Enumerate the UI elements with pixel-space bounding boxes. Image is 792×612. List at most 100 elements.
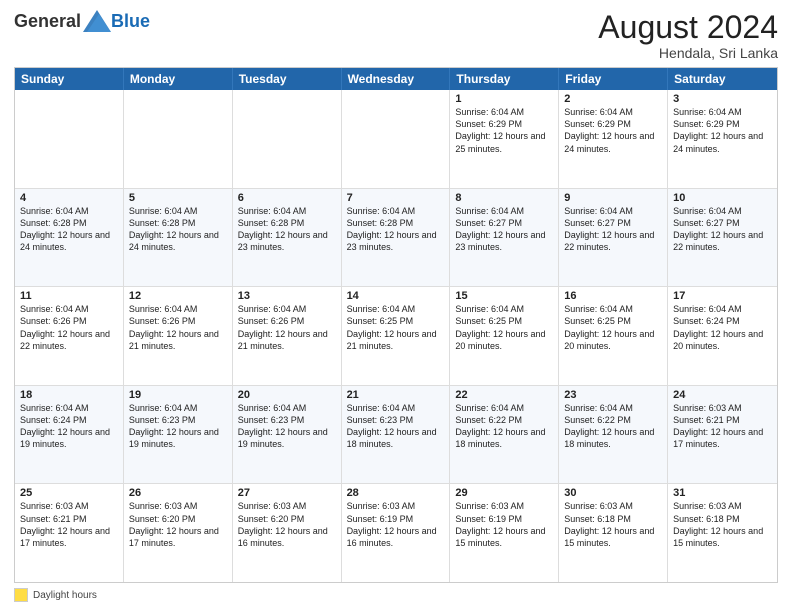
day-info: Sunrise: 6:03 AM Sunset: 6:18 PM Dayligh…: [564, 500, 662, 549]
calendar-row-0: 1Sunrise: 6:04 AM Sunset: 6:29 PM Daylig…: [15, 90, 777, 188]
calendar-header-wednesday: Wednesday: [342, 68, 451, 90]
calendar-body: 1Sunrise: 6:04 AM Sunset: 6:29 PM Daylig…: [15, 90, 777, 582]
calendar-header-friday: Friday: [559, 68, 668, 90]
calendar-cell-23: 23Sunrise: 6:04 AM Sunset: 6:22 PM Dayli…: [559, 386, 668, 484]
calendar-cell-4: 4Sunrise: 6:04 AM Sunset: 6:28 PM Daylig…: [15, 189, 124, 287]
logo-icon: [83, 10, 111, 32]
calendar-cell-12: 12Sunrise: 6:04 AM Sunset: 6:26 PM Dayli…: [124, 287, 233, 385]
month-year: August 2024: [598, 10, 778, 45]
calendar-cell-3: 3Sunrise: 6:04 AM Sunset: 6:29 PM Daylig…: [668, 90, 777, 188]
calendar-cell-14: 14Sunrise: 6:04 AM Sunset: 6:25 PM Dayli…: [342, 287, 451, 385]
logo: General Blue: [14, 10, 150, 32]
calendar-cell-28: 28Sunrise: 6:03 AM Sunset: 6:19 PM Dayli…: [342, 484, 451, 582]
calendar-header-sunday: Sunday: [15, 68, 124, 90]
day-number: 6: [238, 192, 336, 204]
day-number: 31: [673, 487, 772, 499]
calendar-cell-11: 11Sunrise: 6:04 AM Sunset: 6:26 PM Dayli…: [15, 287, 124, 385]
day-number: 12: [129, 290, 227, 302]
day-number: 8: [455, 192, 553, 204]
day-info: Sunrise: 6:04 AM Sunset: 6:27 PM Dayligh…: [564, 205, 662, 254]
day-number: 11: [20, 290, 118, 302]
day-info: Sunrise: 6:04 AM Sunset: 6:28 PM Dayligh…: [238, 205, 336, 254]
calendar-cell-18: 18Sunrise: 6:04 AM Sunset: 6:24 PM Dayli…: [15, 386, 124, 484]
day-number: 26: [129, 487, 227, 499]
day-info: Sunrise: 6:04 AM Sunset: 6:23 PM Dayligh…: [129, 402, 227, 451]
day-info: Sunrise: 6:04 AM Sunset: 6:22 PM Dayligh…: [564, 402, 662, 451]
day-info: Sunrise: 6:03 AM Sunset: 6:21 PM Dayligh…: [673, 402, 772, 451]
day-info: Sunrise: 6:03 AM Sunset: 6:20 PM Dayligh…: [129, 500, 227, 549]
calendar-cell-19: 19Sunrise: 6:04 AM Sunset: 6:23 PM Dayli…: [124, 386, 233, 484]
day-info: Sunrise: 6:04 AM Sunset: 6:26 PM Dayligh…: [129, 303, 227, 352]
calendar-cell-8: 8Sunrise: 6:04 AM Sunset: 6:27 PM Daylig…: [450, 189, 559, 287]
day-info: Sunrise: 6:03 AM Sunset: 6:18 PM Dayligh…: [673, 500, 772, 549]
day-info: Sunrise: 6:04 AM Sunset: 6:29 PM Dayligh…: [455, 106, 553, 155]
calendar-cell-empty-0-0: [15, 90, 124, 188]
calendar-cell-7: 7Sunrise: 6:04 AM Sunset: 6:28 PM Daylig…: [342, 189, 451, 287]
day-info: Sunrise: 6:04 AM Sunset: 6:27 PM Dayligh…: [455, 205, 553, 254]
day-number: 24: [673, 389, 772, 401]
calendar-row-4: 25Sunrise: 6:03 AM Sunset: 6:21 PM Dayli…: [15, 483, 777, 582]
day-info: Sunrise: 6:03 AM Sunset: 6:21 PM Dayligh…: [20, 500, 118, 549]
day-info: Sunrise: 6:04 AM Sunset: 6:22 PM Dayligh…: [455, 402, 553, 451]
calendar-header-thursday: Thursday: [450, 68, 559, 90]
day-info: Sunrise: 6:04 AM Sunset: 6:26 PM Dayligh…: [20, 303, 118, 352]
calendar-cell-30: 30Sunrise: 6:03 AM Sunset: 6:18 PM Dayli…: [559, 484, 668, 582]
day-number: 13: [238, 290, 336, 302]
day-number: 15: [455, 290, 553, 302]
day-number: 5: [129, 192, 227, 204]
day-number: 10: [673, 192, 772, 204]
calendar-cell-21: 21Sunrise: 6:04 AM Sunset: 6:23 PM Dayli…: [342, 386, 451, 484]
day-info: Sunrise: 6:03 AM Sunset: 6:20 PM Dayligh…: [238, 500, 336, 549]
day-number: 3: [673, 93, 772, 105]
calendar-header-monday: Monday: [124, 68, 233, 90]
day-number: 25: [20, 487, 118, 499]
calendar-row-2: 11Sunrise: 6:04 AM Sunset: 6:26 PM Dayli…: [15, 286, 777, 385]
day-info: Sunrise: 6:04 AM Sunset: 6:25 PM Dayligh…: [347, 303, 445, 352]
legend-icon: [14, 588, 28, 602]
calendar: SundayMondayTuesdayWednesdayThursdayFrid…: [14, 67, 778, 583]
calendar-header-saturday: Saturday: [668, 68, 777, 90]
day-number: 16: [564, 290, 662, 302]
calendar-cell-6: 6Sunrise: 6:04 AM Sunset: 6:28 PM Daylig…: [233, 189, 342, 287]
day-info: Sunrise: 6:04 AM Sunset: 6:25 PM Dayligh…: [564, 303, 662, 352]
calendar-cell-24: 24Sunrise: 6:03 AM Sunset: 6:21 PM Dayli…: [668, 386, 777, 484]
day-number: 1: [455, 93, 553, 105]
calendar-cell-5: 5Sunrise: 6:04 AM Sunset: 6:28 PM Daylig…: [124, 189, 233, 287]
day-number: 2: [564, 93, 662, 105]
day-info: Sunrise: 6:04 AM Sunset: 6:26 PM Dayligh…: [238, 303, 336, 352]
day-info: Sunrise: 6:04 AM Sunset: 6:28 PM Dayligh…: [347, 205, 445, 254]
page: General Blue August 2024 Hendala, Sri La…: [0, 0, 792, 612]
calendar-row-3: 18Sunrise: 6:04 AM Sunset: 6:24 PM Dayli…: [15, 385, 777, 484]
day-info: Sunrise: 6:03 AM Sunset: 6:19 PM Dayligh…: [455, 500, 553, 549]
calendar-cell-17: 17Sunrise: 6:04 AM Sunset: 6:24 PM Dayli…: [668, 287, 777, 385]
day-number: 9: [564, 192, 662, 204]
day-number: 23: [564, 389, 662, 401]
logo-blue-text: Blue: [111, 11, 150, 32]
calendar-cell-20: 20Sunrise: 6:04 AM Sunset: 6:23 PM Dayli…: [233, 386, 342, 484]
calendar-header-row: SundayMondayTuesdayWednesdayThursdayFrid…: [15, 68, 777, 90]
calendar-cell-29: 29Sunrise: 6:03 AM Sunset: 6:19 PM Dayli…: [450, 484, 559, 582]
legend-label: Daylight hours: [33, 590, 97, 601]
calendar-header-tuesday: Tuesday: [233, 68, 342, 90]
day-number: 28: [347, 487, 445, 499]
calendar-cell-31: 31Sunrise: 6:03 AM Sunset: 6:18 PM Dayli…: [668, 484, 777, 582]
day-number: 30: [564, 487, 662, 499]
day-info: Sunrise: 6:04 AM Sunset: 6:23 PM Dayligh…: [238, 402, 336, 451]
day-info: Sunrise: 6:04 AM Sunset: 6:24 PM Dayligh…: [673, 303, 772, 352]
location: Hendala, Sri Lanka: [598, 45, 778, 61]
calendar-cell-2: 2Sunrise: 6:04 AM Sunset: 6:29 PM Daylig…: [559, 90, 668, 188]
calendar-cell-27: 27Sunrise: 6:03 AM Sunset: 6:20 PM Dayli…: [233, 484, 342, 582]
day-number: 27: [238, 487, 336, 499]
day-info: Sunrise: 6:04 AM Sunset: 6:23 PM Dayligh…: [347, 402, 445, 451]
day-number: 19: [129, 389, 227, 401]
calendar-cell-22: 22Sunrise: 6:04 AM Sunset: 6:22 PM Dayli…: [450, 386, 559, 484]
calendar-cell-13: 13Sunrise: 6:04 AM Sunset: 6:26 PM Dayli…: [233, 287, 342, 385]
calendar-cell-26: 26Sunrise: 6:03 AM Sunset: 6:20 PM Dayli…: [124, 484, 233, 582]
day-number: 14: [347, 290, 445, 302]
day-info: Sunrise: 6:04 AM Sunset: 6:28 PM Dayligh…: [20, 205, 118, 254]
day-info: Sunrise: 6:04 AM Sunset: 6:25 PM Dayligh…: [455, 303, 553, 352]
calendar-row-1: 4Sunrise: 6:04 AM Sunset: 6:28 PM Daylig…: [15, 188, 777, 287]
calendar-cell-empty-0-2: [233, 90, 342, 188]
day-number: 22: [455, 389, 553, 401]
header: General Blue August 2024 Hendala, Sri La…: [14, 10, 778, 61]
